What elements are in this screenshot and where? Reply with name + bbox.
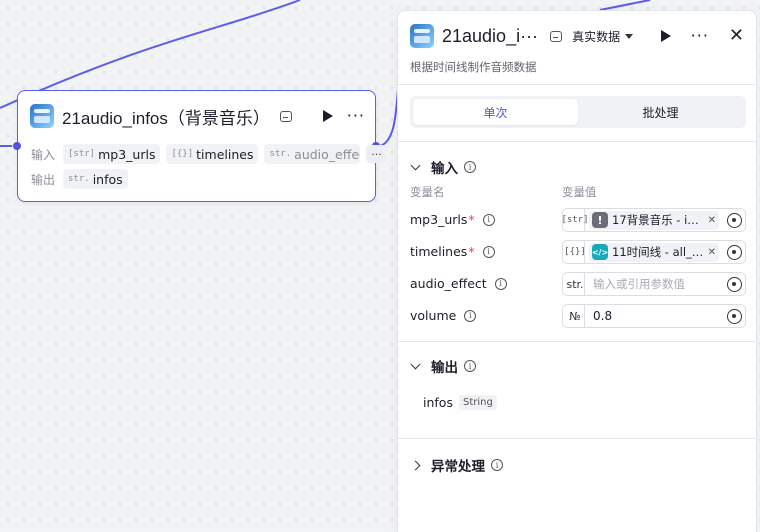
info-icon[interactable]: i [482, 245, 495, 258]
param-row-volume: volume i № 0.8 [410, 304, 746, 328]
code-icon: </> [592, 244, 608, 260]
remove-ref-icon[interactable]: ✕ [708, 215, 716, 226]
remove-ref-icon[interactable]: ✕ [708, 247, 716, 258]
info-icon[interactable]: i [494, 277, 507, 290]
outputs-label: 输出 [31, 172, 56, 187]
input-section-header[interactable]: 输入 i [410, 157, 476, 177]
input-port[interactable] [13, 142, 21, 150]
tab-batch[interactable]: 批处理 [578, 99, 743, 125]
node-inputs-row: 输入 [str] mp3_urls [{}] timelines str. audio… [31, 144, 387, 164]
card-icon[interactable] [550, 30, 563, 42]
card-icon[interactable] [279, 110, 292, 122]
type-icon: [{}] [564, 241, 586, 263]
param-value-field[interactable]: [str] ! 17背景音乐 - infos ✕ [561, 208, 746, 232]
param-input-placeholder[interactable]: 输入或引用参数值 [593, 276, 685, 292]
caret-down-icon [625, 33, 634, 39]
info-icon[interactable]: i [464, 309, 477, 322]
type-icon: str. [566, 273, 585, 295]
info-icon[interactable]: i [482, 213, 495, 226]
param-value-field[interactable]: № 0.8 [562, 304, 746, 328]
run-play-icon[interactable] [660, 30, 671, 42]
chevron-down-icon [410, 359, 421, 369]
divider [398, 84, 756, 85]
reference-target-icon[interactable] [727, 277, 742, 292]
chevron-down-icon [410, 160, 421, 170]
chevron-right-icon [410, 460, 421, 470]
plugin-node-card[interactable]: 21audio_infos（背景音乐） ··· 输入 [str] mp3_urls… [13, 90, 387, 202]
reference-chip: </> 11时间线 - all_ti··· ✕ [589, 242, 719, 262]
param-name: mp3_urls * i [410, 212, 495, 227]
input-tag-timelines: [{}] timelines [166, 144, 259, 164]
panel-title: 21audio_i··· [442, 25, 539, 46]
info-icon[interactable]: i [491, 459, 503, 471]
input-tag-audio-effect: str.audio_effect [264, 144, 361, 164]
reference-target-icon[interactable] [727, 213, 742, 228]
node-header: 21audio_infos（背景音乐） ··· [30, 103, 365, 129]
panel-more-icon[interactable]: ··· [691, 28, 709, 44]
input-tag-mp3-urls: [str] mp3_urls [63, 144, 161, 164]
panel-description: 根据时间线制作音频数据 [410, 60, 537, 74]
divider [398, 341, 756, 342]
run-node-play-icon[interactable] [322, 110, 333, 122]
info-icon[interactable]: i [464, 161, 476, 173]
param-name: volume i [410, 308, 477, 323]
output-type-badge: String [458, 395, 497, 410]
divider [398, 438, 756, 439]
edge-top-right [599, 0, 651, 11]
type-icon: № [566, 305, 585, 327]
mode-dropdown[interactable]: 真实数据 [572, 28, 634, 45]
tab-single[interactable]: 单次 [413, 99, 578, 125]
param-value-field[interactable]: str. 输入或引用参数值 [562, 272, 746, 296]
info-icon[interactable]: i [464, 360, 476, 372]
node-config-panel: 21audio_i··· 真实数据 ··· ✕ 根据时间线制作音频数据 单次 批… [397, 10, 757, 532]
inputs-label: 输入 [31, 147, 56, 162]
param-row-timelines: timelines * i [{}] </> 11时间线 - all_ti··· ✕ [410, 240, 746, 264]
exclamation-icon: ! [592, 212, 608, 228]
param-row-mp3-urls: mp3_urls * i [str] ! 17背景音乐 - infos ✕ [410, 208, 746, 232]
output-row-infos: infos String [423, 395, 497, 410]
param-name: timelines * i [410, 244, 495, 259]
panel-header: 21audio_i··· 真实数据 ··· ✕ [410, 23, 744, 49]
node-title: 21audio_infos（背景音乐） [62, 108, 270, 128]
reference-chip: ! 17背景音乐 - infos ✕ [589, 210, 719, 230]
reference-target-icon[interactable] [727, 309, 742, 324]
col-value-header: 变量值 [562, 185, 597, 199]
output-name: infos [423, 395, 453, 410]
run-mode-tabs: 单次 批处理 [410, 96, 746, 128]
param-name: audio_effect i [410, 276, 507, 291]
node-more-icon[interactable]: ··· [347, 108, 365, 124]
plugin-app-icon [30, 104, 54, 128]
col-name-header: 变量名 [410, 185, 445, 199]
type-icon: [str] [561, 209, 589, 231]
node-outputs-row: 输出 str. infos [31, 169, 134, 189]
inputs-more-button[interactable]: ··· [366, 145, 387, 163]
plugin-app-icon [410, 24, 434, 48]
param-row-audio-effect: audio_effect i str. 输入或引用参数值 [410, 272, 746, 296]
reference-target-icon[interactable] [727, 245, 742, 260]
close-icon[interactable]: ✕ [729, 27, 744, 45]
param-value-field[interactable]: [{}] </> 11时间线 - all_ti··· ✕ [562, 240, 746, 264]
output-section-header[interactable]: 输出 i [410, 356, 476, 376]
output-tag-infos: str. infos [63, 169, 128, 189]
param-input-value[interactable]: 0.8 [593, 309, 612, 323]
divider [398, 141, 756, 142]
exception-section-header[interactable]: 异常处理 i [410, 455, 503, 475]
